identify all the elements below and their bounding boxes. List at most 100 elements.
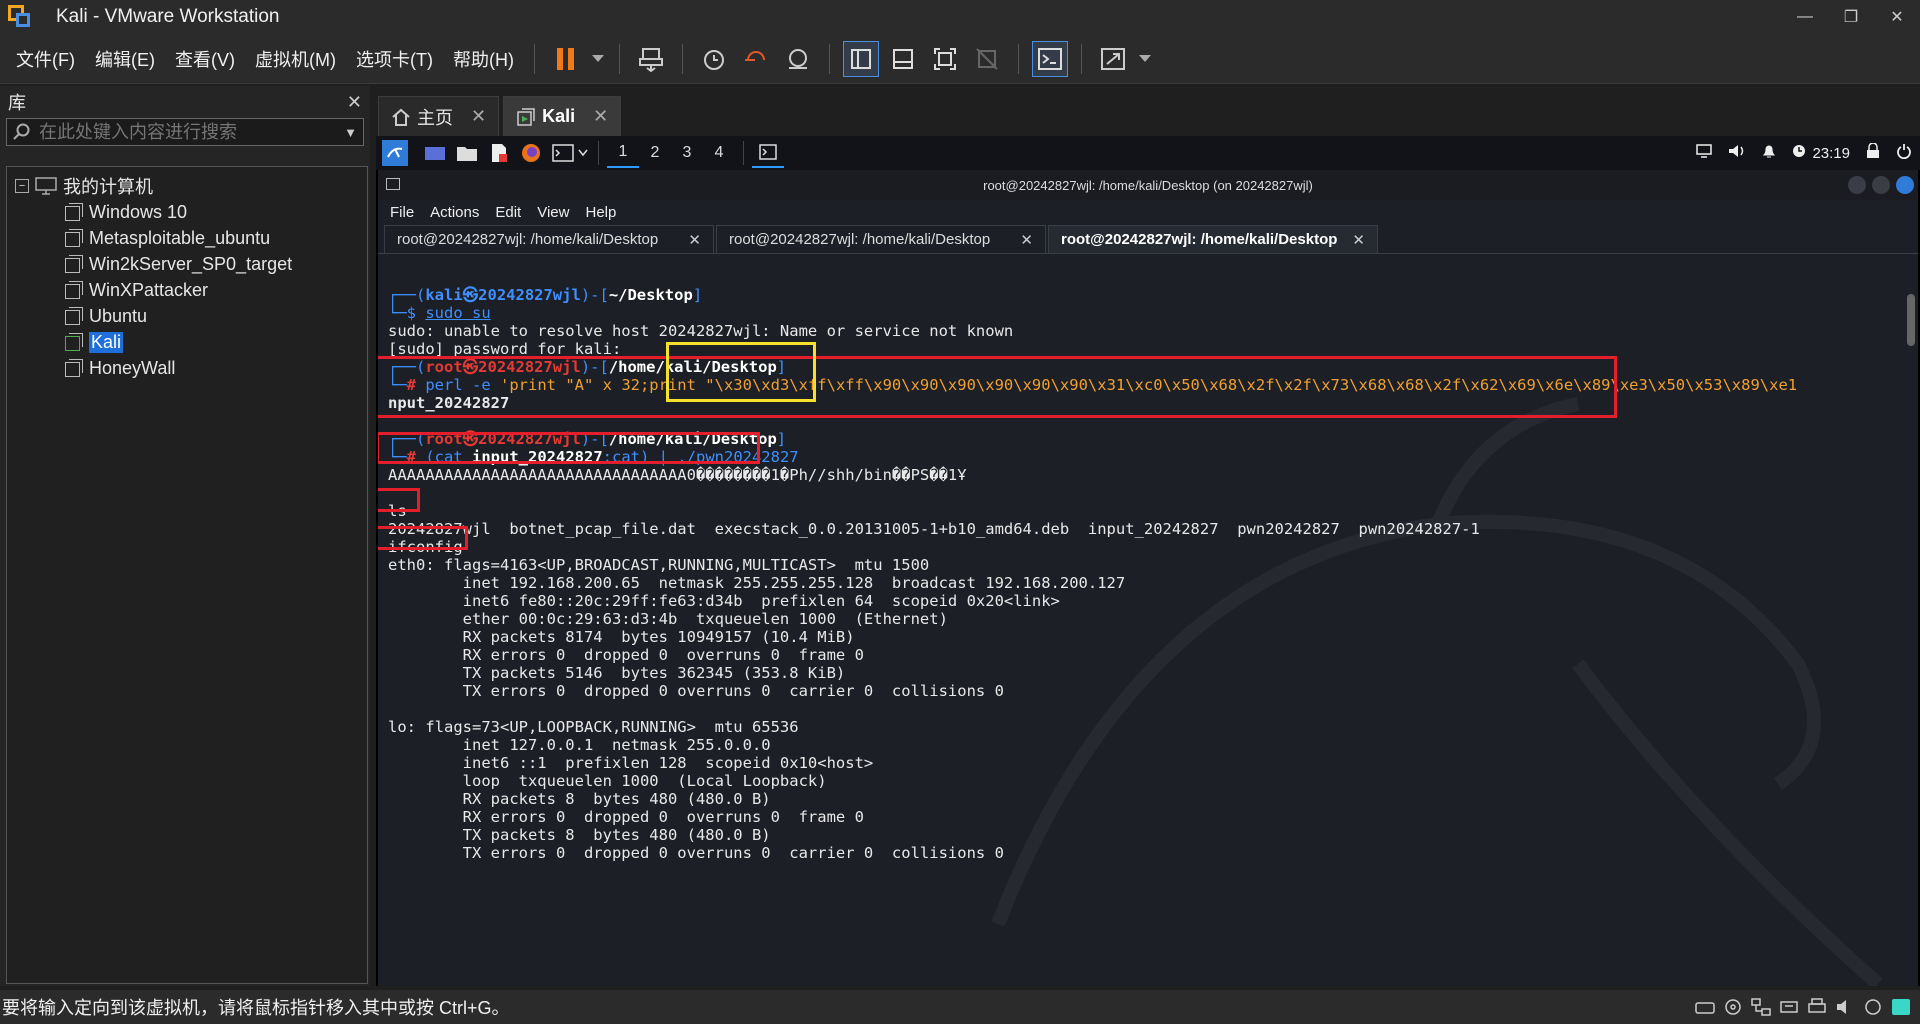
tree-item-honeywall[interactable]: HoneyWall	[7, 355, 367, 381]
workspace-1[interactable]: 1	[607, 138, 639, 168]
terminal-scrollbar[interactable]	[1906, 284, 1916, 986]
workspace-2[interactable]: 2	[639, 138, 671, 168]
tree-item-kali[interactable]: Kali	[7, 329, 367, 355]
cd-drive-icon[interactable]	[1722, 996, 1744, 1018]
send-keys-icon[interactable]	[633, 41, 669, 77]
volume-icon[interactable]	[1728, 144, 1746, 162]
menu-view[interactable]: 查看(V)	[165, 46, 245, 72]
text-editor-icon[interactable]	[486, 140, 512, 166]
menu-file[interactable]: 文件(F)	[0, 46, 85, 72]
close-icon[interactable]: ✕	[688, 231, 701, 249]
terminal-menu-view[interactable]: View	[537, 204, 569, 221]
vm-icon	[65, 203, 83, 221]
terminal-tab-2[interactable]: root@20242827wjl: /home/kali/Desktop ✕	[716, 225, 1046, 253]
pause-icon[interactable]	[548, 41, 584, 77]
taskbar-terminal-icon[interactable]	[752, 138, 784, 168]
file-manager-icon[interactable]	[454, 140, 480, 166]
menu-help[interactable]: 帮助(H)	[443, 46, 524, 72]
terminal-menu-file[interactable]: File	[390, 204, 414, 221]
power-icon[interactable]	[1896, 143, 1912, 163]
home-icon	[392, 108, 410, 126]
terminal-menu-help[interactable]: Help	[585, 204, 616, 221]
show-desktop-icon[interactable]	[422, 140, 448, 166]
terminal-menu-actions[interactable]: Actions	[430, 204, 479, 221]
terminal-icon[interactable]	[550, 140, 576, 166]
full-screen-icon[interactable]	[927, 41, 963, 77]
terminal-tab-1[interactable]: root@20242827wjl: /home/kali/Desktop ✕	[384, 225, 714, 253]
stretch-dropdown-icon[interactable]	[1137, 41, 1153, 77]
close-icon[interactable]: ✕	[1352, 231, 1365, 249]
menu-tabs[interactable]: 选项卡(T)	[346, 46, 443, 72]
thumbnail-bar-icon[interactable]	[885, 41, 921, 77]
vm-console[interactable]: 1 2 3 4 23:19 root@20242827wjl: /home/ka…	[376, 136, 1920, 986]
annotation-box-ifconfig	[378, 526, 468, 550]
tree-item-label: Win2kServer_SP0_target	[89, 253, 293, 274]
terminal-titlebar: root@20242827wjl: /home/kali/Desktop (on…	[378, 170, 1918, 200]
tree-item-windows-10[interactable]: Windows 10	[7, 199, 367, 225]
terminal-output[interactable]: ┌──(kali㉿20242827wjl)-[~/Desktop] └─$ su…	[378, 284, 1918, 986]
vm-running-icon	[65, 333, 83, 351]
menu-vm[interactable]: 虚拟机(M)	[245, 46, 346, 72]
panel-clock[interactable]: 23:19	[1812, 145, 1850, 162]
terminal-icon	[386, 178, 400, 190]
printer-icon[interactable]	[1806, 996, 1828, 1018]
close-icon[interactable]: ✕	[593, 106, 608, 127]
workspace-4[interactable]: 4	[703, 138, 735, 168]
restore-icon[interactable]: ❐	[1828, 0, 1874, 34]
annotation-box-ls	[378, 488, 420, 512]
collapse-icon[interactable]: −	[15, 179, 29, 193]
tab-home[interactable]: 主页 ✕	[378, 96, 500, 136]
annotation-box-perl-command	[378, 356, 1617, 418]
firefox-icon[interactable]	[518, 140, 544, 166]
show-library-icon[interactable]	[842, 40, 879, 77]
terminal-tab-label: root@20242827wjl: /home/kali/Desktop	[729, 231, 991, 248]
minimize-icon[interactable]	[1848, 176, 1866, 194]
chevron-down-icon[interactable]	[576, 140, 590, 166]
unity-icon[interactable]	[969, 41, 1005, 77]
tree-item-metasploitable[interactable]: Metasploitable_ubuntu	[7, 225, 367, 251]
title-bar: Kali - VMware Workstation — ❐ ✕	[0, 0, 1920, 34]
status-bar: 要将输入定向到该虚拟机，请将鼠标指针移入其中或按 Ctrl+G。	[0, 990, 1920, 1024]
computer-icon	[35, 177, 57, 195]
lock-icon[interactable]	[1866, 142, 1880, 163]
terminal-menu-edit[interactable]: Edit	[495, 204, 521, 221]
notification-bell-icon[interactable]	[1762, 143, 1776, 163]
display-icon[interactable]	[1696, 144, 1713, 162]
hard-disk-icon[interactable]	[1694, 996, 1716, 1018]
vm-icon	[65, 307, 83, 325]
tab-kali[interactable]: Kali ✕	[503, 96, 622, 136]
sound-card-icon[interactable]	[1834, 996, 1856, 1018]
menu-edit[interactable]: 编辑(E)	[85, 46, 165, 72]
network-adapter-icon[interactable]	[1750, 996, 1772, 1018]
snapshot-manager-icon[interactable]	[780, 41, 816, 77]
minimize-icon[interactable]: —	[1782, 0, 1828, 34]
display-icon[interactable]	[1862, 996, 1884, 1018]
search-input[interactable]	[39, 121, 345, 143]
close-icon[interactable]: ✕	[1020, 231, 1033, 249]
chevron-down-icon[interactable]: ▼	[344, 125, 357, 140]
workspace-3[interactable]: 3	[671, 138, 703, 168]
tree-item-winxpattacker[interactable]: WinXPattacker	[7, 277, 367, 303]
message-log-icon[interactable]	[1890, 996, 1912, 1018]
library-panel: 库 ✕ ▼ − 我的计算机 Windows 10 Metasploitable_…	[0, 86, 370, 986]
kali-menu-icon[interactable]	[382, 140, 408, 166]
scrollbar-thumb[interactable]	[1907, 294, 1915, 346]
close-icon[interactable]: ✕	[471, 106, 486, 127]
terminal-window[interactable]: root@20242827wjl: /home/kali/Desktop (on…	[378, 170, 1918, 986]
terminal-window-controls	[1842, 176, 1914, 194]
pause-dropdown-icon[interactable]	[590, 41, 606, 77]
close-icon[interactable]: ✕	[1874, 0, 1920, 34]
stretch-icon[interactable]	[1095, 41, 1131, 77]
console-view-icon[interactable]	[1031, 40, 1068, 77]
tree-item-win2kserver[interactable]: Win2kServer_SP0_target	[7, 251, 367, 277]
usb-icon[interactable]	[1778, 996, 1800, 1018]
close-icon[interactable]	[1896, 176, 1914, 194]
snapshot-icon[interactable]	[696, 41, 732, 77]
maximize-icon[interactable]	[1872, 176, 1890, 194]
tree-root[interactable]: − 我的计算机	[7, 173, 367, 199]
tree-item-label: Kali	[89, 331, 124, 353]
close-icon[interactable]: ✕	[347, 92, 362, 113]
terminal-tab-3[interactable]: root@20242827wjl: /home/kali/Desktop ✕	[1048, 225, 1378, 253]
revert-snapshot-icon[interactable]	[738, 41, 774, 77]
tree-item-ubuntu[interactable]: Ubuntu	[7, 303, 367, 329]
